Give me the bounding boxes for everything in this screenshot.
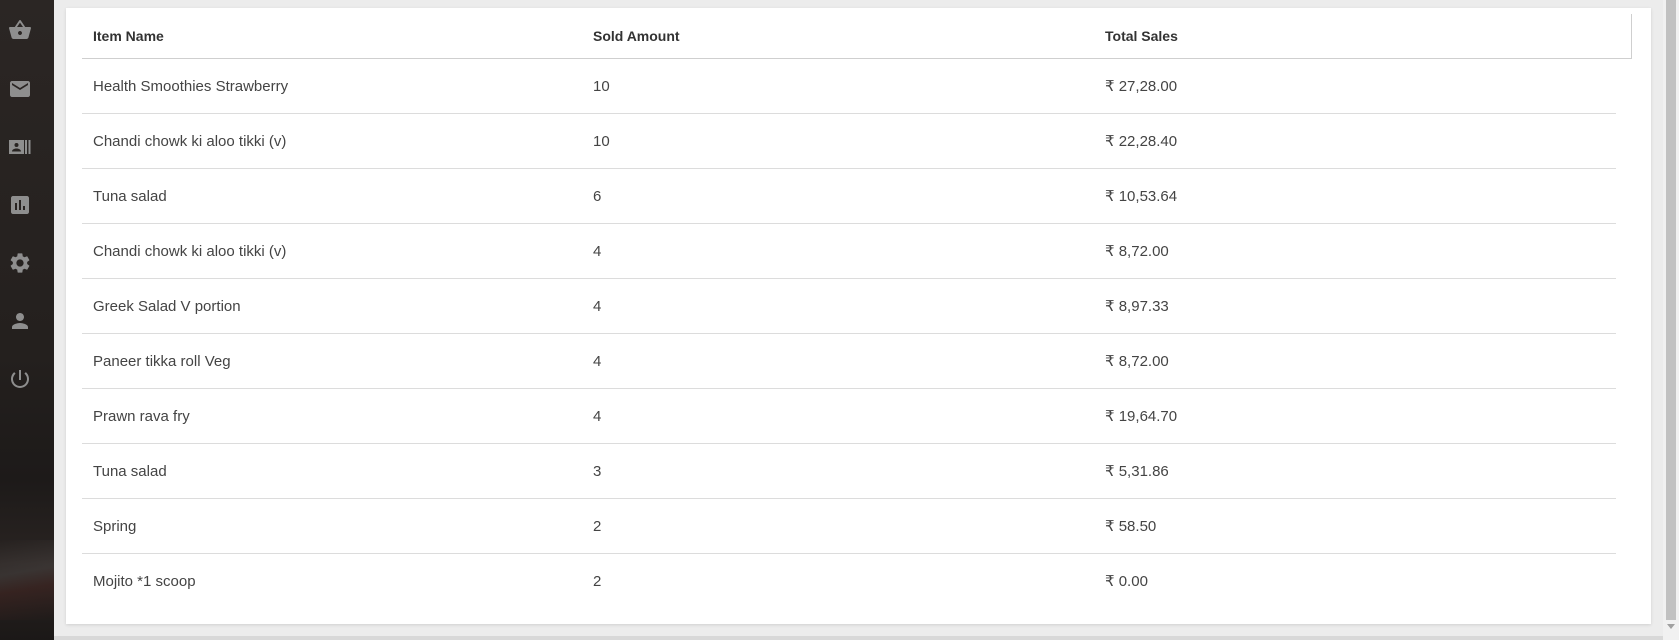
sidebar-item-settings[interactable] [0,243,40,283]
cell-item-name: Mojito *1 scoop [93,572,196,590]
cell-sold-amount: 3 [593,462,602,480]
scrollbar-thumb[interactable] [1666,0,1676,620]
cell-item-name: Greek Salad V portion [93,297,241,315]
cell-total-sales: ₹ 8,72.00 [1105,243,1169,260]
cell-total-sales: ₹ 58.50 [1105,518,1157,535]
cell-item-name: Spring [93,517,137,535]
table-body: Health Smoothies Strawberry 10 ₹ 27,28.00 C… [82,59,1632,608]
table-row[interactable]: Spring 2 ₹ 58.50 [82,499,1616,554]
sales-table: Item Name Sold Amount Total Sales Health… [82,14,1632,608]
cell-total-sales: ₹ 10,53.64 [1105,188,1178,205]
table-row[interactable]: Mojito *1 scoop 2 ₹ 0.00 [82,554,1616,608]
cell-item-name: Chandi chowk ki aloo tikki (v) [93,242,287,260]
cell-total-sales: ₹ 8,72.00 [1105,353,1169,370]
vertical-scrollbar[interactable] [1663,0,1679,640]
column-header-total-sales[interactable]: Total Sales [1094,28,1631,44]
table-row[interactable]: Tuna salad 6 ₹ 10,53.64 [82,169,1616,224]
cell-total-sales: ₹ 5,31.86 [1105,463,1169,480]
cell-total-sales: ₹ 8,97.33 [1105,298,1169,315]
cell-sold-amount: 4 [593,352,602,370]
cell-sold-amount: 4 [593,242,602,260]
scroll-down-arrow-icon[interactable] [1667,624,1675,629]
cell-item-name: Health Smoothies Strawberry [93,77,289,95]
sidebar-background-glare [0,540,54,620]
cell-total-sales: ₹ 19,64.70 [1105,408,1178,425]
person-icon [12,313,28,329]
sidebar-item-contacts[interactable] [0,127,40,167]
bottom-divider [54,636,1663,640]
power-icon [10,370,29,388]
sidebar-item-reports[interactable] [0,185,40,225]
cell-sold-amount: 4 [593,407,602,425]
sidebar-item-profile[interactable] [0,301,40,341]
table-row[interactable]: Greek Salad V portion 4 ₹ 8,97.33 [82,279,1616,334]
cell-sold-amount: 10 [593,77,610,95]
table-row[interactable]: Chandi chowk ki aloo tikki (v) 4 ₹ 8,72.00 [82,224,1616,279]
cell-item-name: Paneer tikka roll Veg [93,352,231,370]
cell-sold-amount: 2 [593,572,602,590]
cell-item-name: Tuna salad [93,187,167,205]
column-header-item-name[interactable]: Item Name [82,28,582,44]
sidebar-item-basket[interactable] [0,10,40,50]
basket-icon [9,20,31,39]
sidebar-item-logout[interactable] [0,359,40,399]
contact-card-icon [9,140,31,154]
table-row[interactable]: Tuna salad 3 ₹ 5,31.86 [82,444,1616,499]
table-row[interactable]: Chandi chowk ki aloo tikki (v) 10 ₹ 22,28.… [82,114,1616,169]
cell-sold-amount: 10 [593,132,610,150]
cell-total-sales: ₹ 0.00 [1105,573,1148,590]
cell-item-name: Prawn rava fry [93,407,190,425]
cell-item-name: Tuna salad [93,462,167,480]
table-row[interactable]: Paneer tikka roll Veg 4 ₹ 8,72.00 [82,334,1616,389]
cell-total-sales: ₹ 27,28.00 [1105,78,1178,95]
cell-total-sales: ₹ 22,28.40 [1105,133,1178,150]
bar-chart-icon [11,196,29,214]
table-row[interactable]: Prawn rava fry 4 ₹ 19,64.70 [82,389,1616,444]
cell-item-name: Chandi chowk ki aloo tikki (v) [93,132,287,150]
column-header-sold-amount[interactable]: Sold Amount [582,28,1094,44]
gear-icon [10,253,30,273]
sales-report-card: Item Name Sold Amount Total Sales Health… [66,8,1651,624]
sidebar-item-mail[interactable] [0,69,40,109]
table-header: Item Name Sold Amount Total Sales [82,14,1632,59]
cell-sold-amount: 2 [593,517,602,535]
table-row[interactable]: Health Smoothies Strawberry 10 ₹ 27,28.00 [82,59,1616,114]
mail-icon [10,81,30,97]
cell-sold-amount: 6 [593,187,602,205]
sidebar [0,0,54,640]
cell-sold-amount: 4 [593,297,602,315]
